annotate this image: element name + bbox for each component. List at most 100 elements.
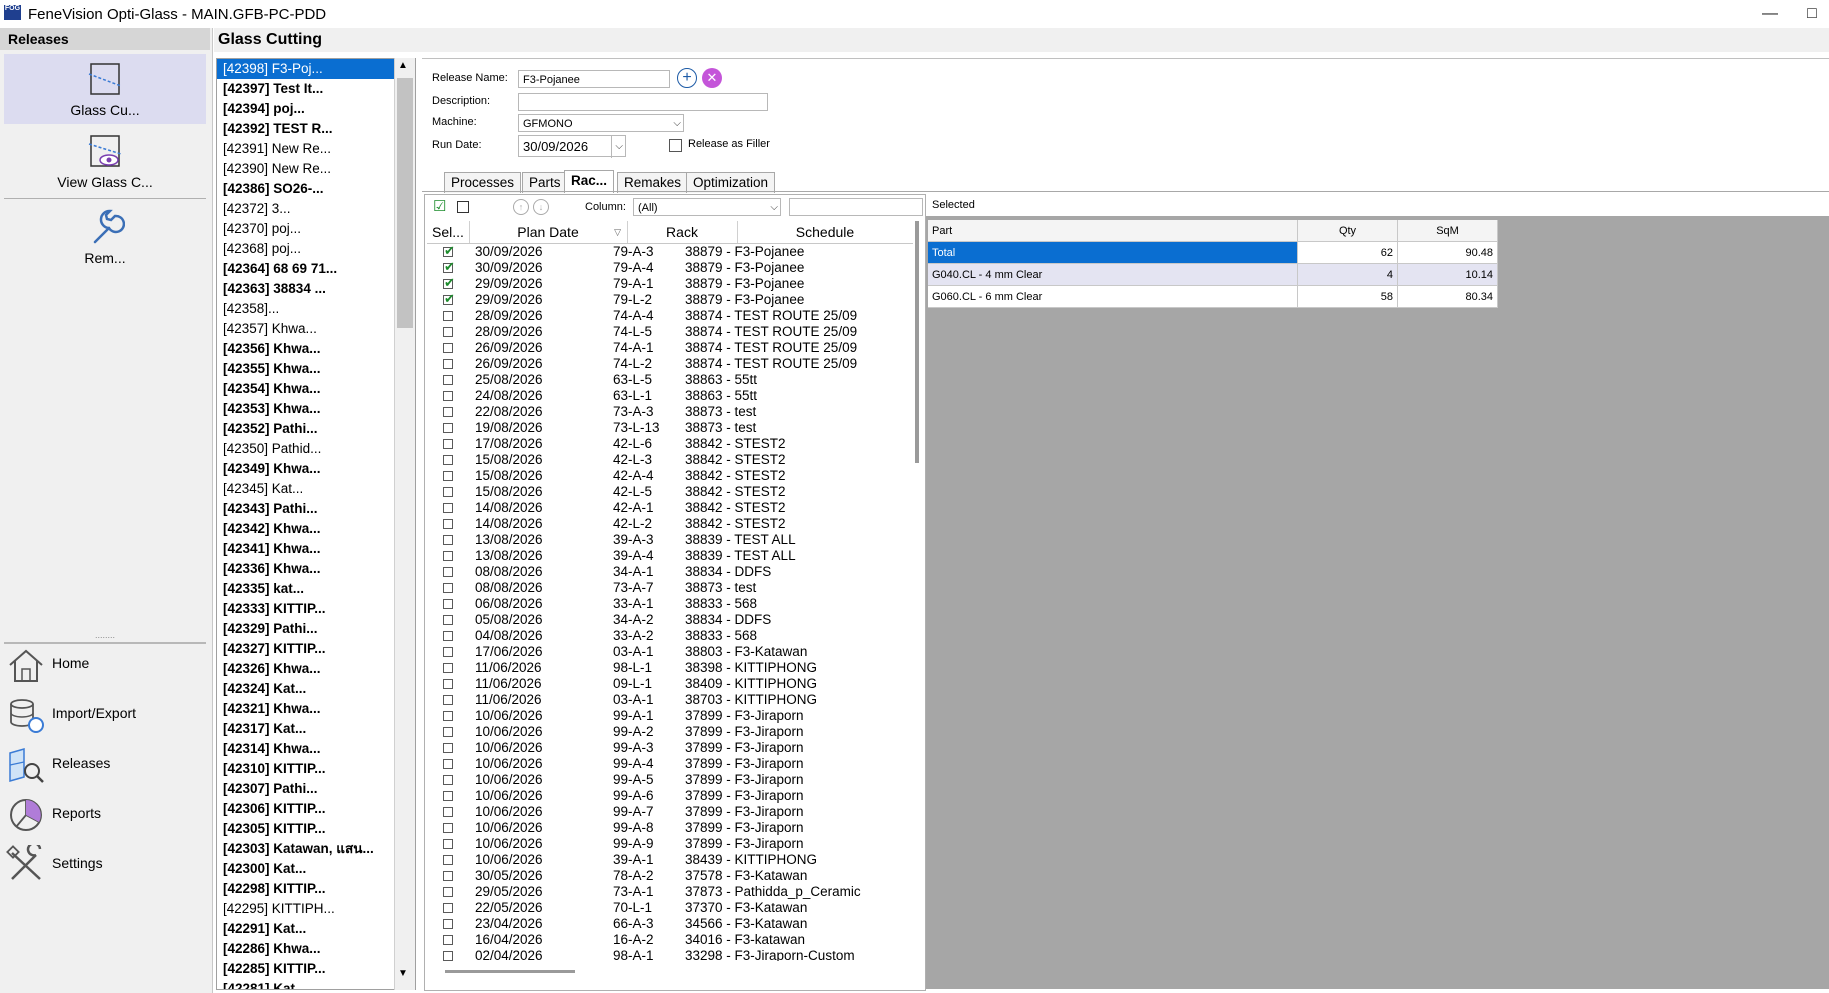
col-header-plan-date[interactable]: Plan Date ▽: [469, 221, 628, 243]
maximize-button[interactable]: □: [1792, 2, 1829, 26]
scroll-down-icon[interactable]: ▼: [398, 968, 408, 979]
table-row[interactable]: 29/09/2026 79-L-2 38879 - F3-Pojanee: [427, 291, 913, 308]
release-list-item[interactable]: [42394] poj...: [217, 99, 415, 119]
move-down-icon[interactable]: ↓: [533, 199, 549, 215]
row-select-checkbox[interactable]: [443, 711, 453, 721]
table-row[interactable]: 26/09/2026 74-A-1 38874 - TEST ROUTE 25/09: [427, 340, 913, 356]
release-list-item[interactable]: [42307] Pathi...: [217, 779, 415, 799]
release-list-item[interactable]: [42349] Khwa...: [217, 459, 415, 479]
release-list-item[interactable]: [42298] KITTIP...: [217, 879, 415, 899]
scroll-thumb[interactable]: [397, 78, 413, 328]
table-row[interactable]: 10/06/2026 99-A-7 37899 - F3-Jiraporn: [427, 804, 913, 820]
nav-tile-glass-cutting[interactable]: Glass Cu...: [4, 54, 206, 124]
run-date-picker[interactable]: 30/09/2026 ⌵: [518, 135, 626, 158]
release-list-item[interactable]: [42358]...: [217, 299, 415, 319]
row-select-checkbox[interactable]: [443, 391, 453, 401]
release-list-item[interactable]: [42398] F3-Poj...: [217, 59, 415, 79]
release-as-filler-checkbox[interactable]: [669, 139, 682, 152]
row-select-checkbox[interactable]: [443, 775, 453, 785]
row-select-checkbox[interactable]: [443, 535, 453, 545]
release-list-item[interactable]: [42291] Kat...: [217, 919, 415, 939]
table-row[interactable]: 10/06/2026 39-A-1 38439 - KITTIPHONG: [427, 852, 913, 868]
nav-tile-remakes[interactable]: Rem...: [4, 202, 206, 272]
table-row[interactable]: 10/06/2026 99-A-9 37899 - F3-Jiraporn: [427, 836, 913, 852]
table-row[interactable]: 10/06/2026 99-A-5 37899 - F3-Jiraporn: [427, 772, 913, 788]
row-select-checkbox[interactable]: [443, 551, 453, 561]
table-row[interactable]: 19/08/2026 73-L-13 38873 - test: [427, 420, 913, 436]
release-list-item[interactable]: [42397] Test It...: [217, 79, 415, 99]
col-header-sqm[interactable]: SqM: [1398, 220, 1498, 242]
row-select-checkbox[interactable]: [443, 471, 453, 481]
table-row[interactable]: 30/09/2026 79-A-4 38879 - F3-Pojanee: [427, 259, 913, 276]
row-select-checkbox[interactable]: [443, 647, 453, 657]
table-row[interactable]: G040.CL - 4 mm Clear 4 10.14: [928, 264, 1498, 286]
tab-processes[interactable]: Processes: [444, 172, 522, 193]
row-select-checkbox[interactable]: [443, 839, 453, 849]
filter-icon[interactable]: ▽: [614, 221, 621, 243]
release-list-scrollbar[interactable]: ▲ ▼: [394, 58, 415, 990]
release-list-item[interactable]: [42303] Katawan, แสน...: [217, 839, 415, 859]
table-row[interactable]: 13/08/2026 39-A-4 38839 - TEST ALL: [427, 548, 913, 564]
col-header-qty[interactable]: Qty: [1298, 220, 1398, 242]
nav-releases[interactable]: Releases: [4, 741, 204, 787]
tab-remakes[interactable]: Remakes: [617, 172, 689, 193]
release-list-item[interactable]: [42364] 68 69 71...: [217, 259, 415, 279]
row-select-checkbox[interactable]: [443, 503, 453, 513]
scroll-up-icon[interactable]: ▲: [398, 60, 408, 71]
release-list-item[interactable]: [42343] Pathi...: [217, 499, 415, 519]
row-select-checkbox[interactable]: [443, 919, 453, 929]
table-row[interactable]: 10/06/2026 99-A-1 37899 - F3-Jiraporn: [427, 708, 913, 724]
row-select-checkbox[interactable]: [443, 679, 453, 689]
col-header-select[interactable]: Sel...: [427, 221, 470, 243]
release-list-item[interactable]: [42326] Khwa...: [217, 659, 415, 679]
release-list-item[interactable]: [42370] poj...: [217, 219, 415, 239]
table-row[interactable]: 02/04/2026 98-A-1 33298 - F3-Jiraporn-Cust…: [427, 948, 913, 961]
nav-reports[interactable]: Reports: [4, 791, 204, 837]
col-header-rack[interactable]: Rack: [627, 221, 738, 243]
release-list-item[interactable]: [42355] Khwa...: [217, 359, 415, 379]
move-up-icon[interactable]: ↑: [513, 199, 529, 215]
table-row[interactable]: 08/08/2026 34-A-1 38834 - DDFS: [427, 564, 913, 580]
table-row[interactable]: 11/06/2026 98-L-1 38398 - KITTIPHONG: [427, 660, 913, 676]
row-select-checkbox[interactable]: [443, 439, 453, 449]
row-select-checkbox[interactable]: [443, 855, 453, 865]
row-select-checkbox[interactable]: [443, 871, 453, 881]
table-row[interactable]: 11/06/2026 09-L-1 38409 - KITTIPHONG: [427, 676, 913, 692]
row-select-checkbox[interactable]: [443, 583, 453, 593]
table-row[interactable]: 05/08/2026 34-A-2 38834 - DDFS: [427, 612, 913, 628]
row-select-checkbox[interactable]: [443, 823, 453, 833]
table-row[interactable]: 22/08/2026 73-A-3 38873 - test: [427, 404, 913, 420]
minimize-button[interactable]: —: [1750, 2, 1790, 26]
row-select-checkbox[interactable]: [443, 291, 455, 307]
table-row[interactable]: 10/06/2026 99-A-3 37899 - F3-Jiraporn: [427, 740, 913, 756]
grid-horizontal-scrollbar[interactable]: [445, 970, 575, 973]
table-row[interactable]: 30/09/2026 79-A-3 38879 - F3-Pojanee: [427, 243, 913, 260]
release-list-item[interactable]: [42345] Kat...: [217, 479, 415, 499]
release-list-item[interactable]: [42386] SO26-...: [217, 179, 415, 199]
row-select-checkbox[interactable]: [443, 951, 453, 961]
table-row[interactable]: 29/05/2026 73-A-1 37873 - Pathidda_p_Ceram…: [427, 884, 913, 900]
release-list-item[interactable]: [42329] Pathi...: [217, 619, 415, 639]
col-header-part[interactable]: Part: [928, 220, 1298, 242]
release-list-item[interactable]: [42390] New Re...: [217, 159, 415, 179]
release-name-input[interactable]: F3-Pojanee: [518, 70, 670, 88]
table-row[interactable]: 13/08/2026 39-A-3 38839 - TEST ALL: [427, 532, 913, 548]
row-select-checkbox[interactable]: [443, 727, 453, 737]
release-list-item[interactable]: [42333] KITTIP...: [217, 599, 415, 619]
scroll-thumb[interactable]: [915, 221, 919, 463]
table-row[interactable]: 04/08/2026 33-A-2 38833 - 568: [427, 628, 913, 644]
release-list-item[interactable]: [42321] Khwa...: [217, 699, 415, 719]
table-row[interactable]: 24/08/2026 63-L-1 38863 - 55tt: [427, 388, 913, 404]
release-list-item[interactable]: [42368] poj...: [217, 239, 415, 259]
row-select-checkbox[interactable]: [443, 615, 453, 625]
release-list-item[interactable]: [42285] KITTIP...: [217, 959, 415, 979]
release-list-item[interactable]: [42306] KITTIP...: [217, 799, 415, 819]
filter-search-input[interactable]: [789, 198, 923, 216]
table-row[interactable]: 26/09/2026 74-L-2 38874 - TEST ROUTE 25/09: [427, 356, 913, 372]
table-row[interactable]: G060.CL - 6 mm Clear 58 80.34: [928, 286, 1498, 308]
tab-racks[interactable]: Rac...: [564, 170, 615, 193]
row-select-checkbox[interactable]: [443, 407, 453, 417]
description-input[interactable]: [518, 93, 768, 111]
release-list[interactable]: [42398] F3-Poj... [42397] Test It... [4239…: [216, 58, 416, 990]
row-select-checkbox[interactable]: [443, 887, 453, 897]
